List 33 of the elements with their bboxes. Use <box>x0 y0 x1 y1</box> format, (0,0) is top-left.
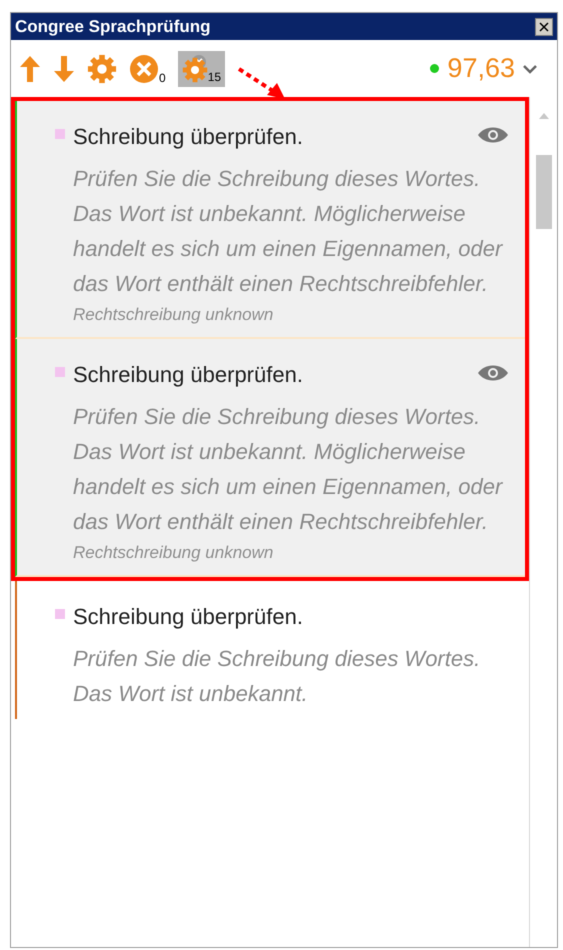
eye-icon[interactable] <box>477 363 509 383</box>
message-description: Prüfen Sie die Schreibung dieses Wortes. <box>73 645 482 673</box>
filter-button[interactable]: 15 <box>178 50 226 86</box>
message-description: Prüfen Sie die Schreibung dieses Wortes. <box>73 165 482 193</box>
window-title: Congree Sprachprüfung <box>15 16 211 38</box>
message-card[interactable] <box>15 101 525 339</box>
rule-source: Rechtschreibung unknown <box>73 304 274 326</box>
eye-icon[interactable] <box>477 125 509 145</box>
close-circle-icon <box>129 54 159 84</box>
message-description: Das Wort ist unbekannt. <box>73 680 309 708</box>
chevron-down-icon[interactable] <box>523 64 537 74</box>
settings-icon[interactable] <box>87 54 117 84</box>
message-card[interactable] <box>15 339 525 577</box>
scrollbar-thumb[interactable] <box>536 155 552 229</box>
quality-score: 97,63 <box>447 52 515 86</box>
message-title: Schreibung überprüfen. <box>73 603 304 631</box>
message-description: Das Wort ist unbekannt. Möglicherweise handelt es sich um einen Eigennamen, oder das Wort enthält einen Rechtschreibfehler. <box>73 200 504 298</box>
category-marker-icon <box>55 129 65 139</box>
arrow-up-icon[interactable] <box>19 54 41 84</box>
message-description: Das Wort ist unbekannt. Möglicherweise handelt es sich um einen Eigennamen, oder das Wort enthält einen Rechtschreibfehler. <box>73 438 504 536</box>
message-title: Schreibung überprüfen. <box>73 361 304 389</box>
message-description: Prüfen Sie die Schreibung dieses Wortes. <box>73 403 482 431</box>
errors-button[interactable]: 0 <box>129 54 166 84</box>
category-marker-icon <box>55 367 65 377</box>
category-marker-icon <box>55 609 65 619</box>
rule-source: Rechtschreibung unknown <box>73 542 274 564</box>
close-button[interactable] <box>535 18 553 36</box>
gear-icon[interactable] <box>182 56 208 82</box>
arrow-down-icon[interactable] <box>53 54 75 84</box>
close-icon <box>539 22 549 32</box>
message-title: Schreibung überprüfen. <box>73 123 304 151</box>
scroll-up-icon[interactable] <box>538 113 548 119</box>
close-badge-icon <box>192 54 206 68</box>
